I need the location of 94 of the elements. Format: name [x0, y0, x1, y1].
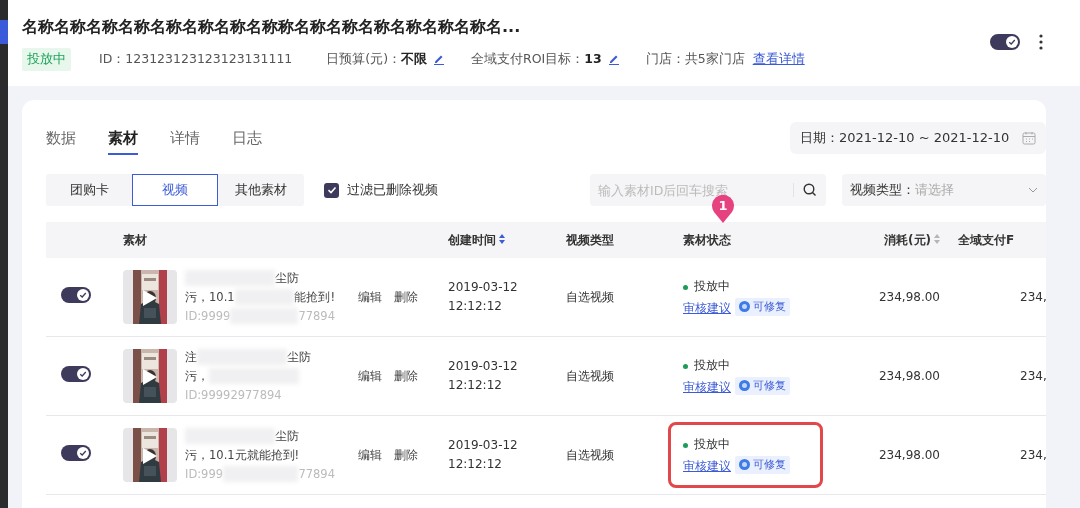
- toggle-switch[interactable]: [61, 365, 91, 382]
- column-header: 全域支付F: [958, 233, 1015, 247]
- tab[interactable]: 数据: [46, 120, 76, 156]
- toggle-switch[interactable]: [61, 286, 91, 303]
- segment-option[interactable]: 团购卡: [46, 174, 132, 206]
- roi-label: 全域支付ROI目标：: [471, 50, 585, 68]
- cost-value: 234,98.00: [878, 290, 940, 304]
- tab[interactable]: 详情: [170, 120, 200, 156]
- material-title: 注: [185, 348, 197, 366]
- material-title: 污，10.1元就能抢到!: [185, 446, 300, 464]
- budget-label: 日预算(元)：: [326, 50, 402, 68]
- fix-tag: 可修复: [735, 297, 790, 316]
- play-icon[interactable]: [142, 446, 158, 464]
- ai-icon: [739, 380, 750, 392]
- column-header: 素材: [123, 233, 147, 247]
- material-id: 77894: [298, 465, 335, 483]
- campaign-title: 名称名称名称名称名称名称名称名称称名称名称名称名称名称名称名...: [22, 16, 522, 38]
- status-dot: [683, 363, 688, 369]
- check-icon: [1008, 38, 1016, 46]
- action-link[interactable]: 删除: [394, 288, 418, 306]
- ai-icon: [739, 301, 750, 313]
- action-link[interactable]: 删除: [394, 446, 418, 464]
- material-title: 尘防: [275, 427, 299, 445]
- column-header: 素材状态: [683, 233, 731, 247]
- edit-icon[interactable]: [607, 53, 620, 66]
- fix-tag: 可修复: [735, 376, 790, 395]
- created-date: 2019-03-12: [448, 437, 519, 454]
- created-date: 2019-03-12: [448, 358, 519, 375]
- toggle-switch[interactable]: [61, 444, 91, 461]
- tab[interactable]: 日志: [232, 120, 262, 156]
- store-count: 门店：共5家门店: [645, 50, 745, 68]
- material-id: ID:9999: [185, 307, 231, 325]
- check-icon: [79, 369, 87, 378]
- review-link[interactable]: 审核建议: [683, 459, 731, 474]
- action-link[interactable]: 删除: [394, 367, 418, 385]
- cell-value: 234,: [1020, 369, 1046, 383]
- segment-option[interactable]: 视频: [132, 174, 218, 206]
- segment-option[interactable]: 其他素材: [218, 174, 304, 206]
- status-dot: [683, 442, 688, 448]
- check-icon: [79, 448, 87, 457]
- status-text: 投放中: [694, 436, 730, 451]
- column-header: 消耗(元): [884, 233, 931, 247]
- created-time: 12:12:12: [448, 377, 503, 394]
- action-link[interactable]: 编辑: [358, 446, 382, 464]
- store-details-link[interactable]: 查看详情: [752, 50, 805, 69]
- material-title: 污，10.1: [185, 288, 235, 306]
- campaign-id: ID：123123123123123131111: [99, 50, 293, 68]
- material-title: 尘防: [275, 269, 299, 287]
- roi-value: 13: [584, 50, 602, 68]
- active-indicator: [0, 20, 8, 44]
- video-type: 自选视频: [566, 447, 615, 464]
- check-icon: [326, 185, 337, 195]
- fix-tag: 可修复: [735, 455, 790, 474]
- created-time: 12:12:12: [448, 298, 503, 315]
- budget-value: 不限: [401, 50, 428, 68]
- toggle-switch[interactable]: [990, 34, 1020, 50]
- ai-icon: [739, 459, 750, 471]
- review-link[interactable]: 审核建议: [683, 380, 731, 395]
- search-icon[interactable]: [803, 183, 817, 197]
- checkbox[interactable]: [324, 182, 339, 198]
- created-time: 12:12:12: [448, 456, 503, 473]
- check-icon: [79, 290, 87, 299]
- status-text: 投放中: [694, 357, 730, 372]
- status-dot: [683, 284, 688, 290]
- material-title: 能抢到!: [294, 288, 335, 306]
- play-icon[interactable]: [142, 367, 158, 385]
- play-icon[interactable]: [142, 288, 158, 306]
- cost-value: 234,98.00: [878, 448, 940, 462]
- cell-value: 234,: [1020, 290, 1046, 304]
- date-range-picker[interactable]: 日期：2021-12-10 ~ 2021-12-10: [790, 122, 1046, 154]
- chevron-down-icon: [1028, 187, 1038, 193]
- review-link[interactable]: 审核建议: [683, 301, 731, 316]
- material-title: 尘防: [287, 348, 311, 366]
- video-type: 自选视频: [566, 289, 615, 306]
- checkbox-label: 过滤已删除视频: [347, 181, 438, 200]
- video-type-select[interactable]: 视频类型：请选择: [842, 174, 1046, 206]
- cell-value: 234,: [1020, 448, 1046, 462]
- column-header: 创建时间: [448, 233, 496, 247]
- column-header: 视频类型: [566, 233, 614, 247]
- sort-icon[interactable]: [499, 234, 505, 244]
- material-id: ID:99992977894: [185, 386, 282, 404]
- material-id: 77894: [298, 307, 335, 325]
- tab[interactable]: 素材: [108, 120, 138, 156]
- edit-icon[interactable]: [433, 53, 446, 66]
- more-menu-icon[interactable]: [1038, 34, 1044, 50]
- cost-value: 234,98.00: [878, 369, 940, 383]
- material-id: ID:999: [185, 465, 224, 483]
- action-link[interactable]: 编辑: [358, 367, 382, 385]
- status-text: 投放中: [694, 278, 730, 293]
- material-title: 污，: [185, 367, 209, 385]
- action-link[interactable]: 编辑: [358, 288, 382, 306]
- video-type: 自选视频: [566, 368, 615, 385]
- status-badge: 投放中: [22, 48, 71, 71]
- created-date: 2019-03-12: [448, 279, 519, 296]
